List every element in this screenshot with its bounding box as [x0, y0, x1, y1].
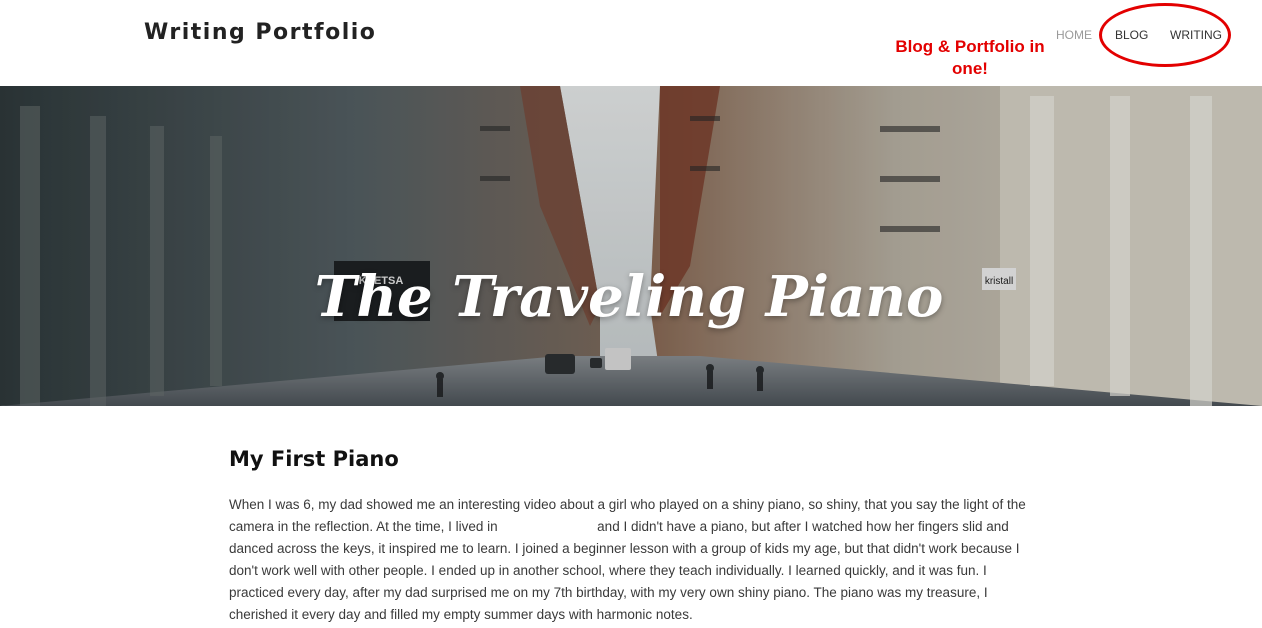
post-body-part2: and I didn't have a piano, but after I w…: [229, 519, 1020, 622]
post-content: My First Piano When I was 6, my dad show…: [229, 444, 1033, 626]
annotation-callout: Blog & Portfolio in one!: [895, 37, 1045, 78]
site-header: Writing Portfolio Blog & Portfolio in on…: [0, 0, 1262, 86]
hero-street-image: KEETSA kristall: [0, 86, 1262, 406]
site-title[interactable]: Writing Portfolio: [144, 20, 376, 45]
nav-writing[interactable]: WRITING: [1170, 28, 1222, 42]
nav-home[interactable]: HOME: [1056, 28, 1092, 42]
redacted-text: [501, 522, 594, 533]
post-body: When I was 6, my dad showed me an intere…: [229, 494, 1033, 626]
hero-title: The Traveling Piano: [314, 264, 944, 330]
hero-banner: KEETSA kristall The Traveling Piano: [0, 86, 1262, 406]
nav-blog[interactable]: BLOG: [1115, 28, 1148, 42]
post-title: My First Piano: [229, 447, 399, 471]
